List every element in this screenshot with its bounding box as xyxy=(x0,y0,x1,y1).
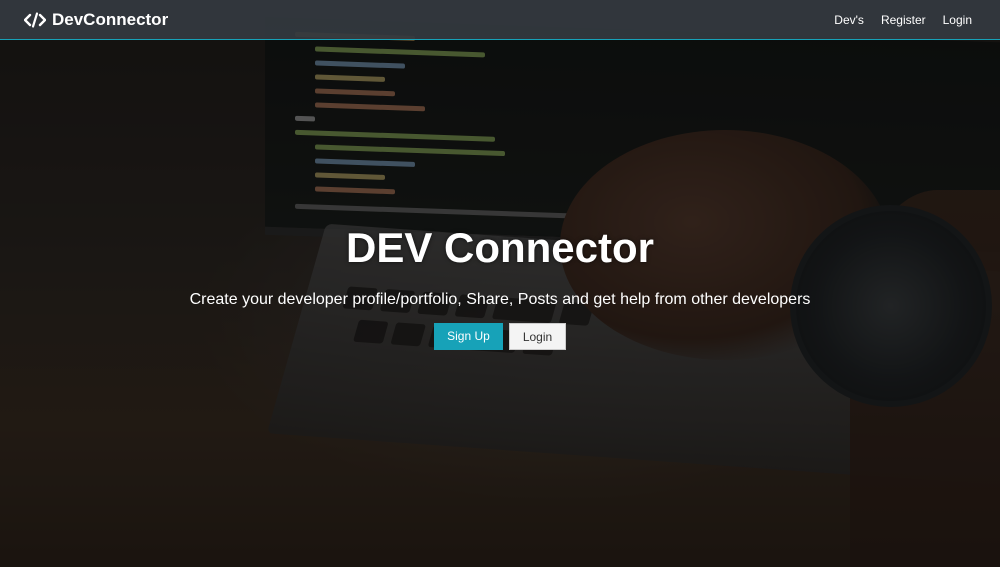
brand-label: DevConnector xyxy=(52,9,169,29)
nav-link-login[interactable]: Login xyxy=(943,13,972,27)
sign-up-button[interactable]: Sign Up xyxy=(434,323,503,350)
hero-lead: Create your developer profile/portfolio,… xyxy=(189,291,811,308)
hero-title: DEV Connector xyxy=(345,224,655,271)
login-button[interactable]: Login xyxy=(509,323,566,350)
code-icon xyxy=(23,11,47,28)
hero-buttons: Sign Up Login xyxy=(0,323,1000,350)
nav-links: Dev's Register Login xyxy=(817,13,972,27)
hero-section: DEV Connector Create your developer prof… xyxy=(0,0,1000,567)
landing-page: DevConnector Dev's Register Login DEV Co… xyxy=(0,0,1000,567)
navbar: DevConnector Dev's Register Login xyxy=(0,0,1000,40)
nav-link-developers[interactable]: Dev's xyxy=(834,13,864,27)
brand-link[interactable]: DevConnector xyxy=(23,9,169,30)
nav-link-register[interactable]: Register xyxy=(881,13,926,27)
